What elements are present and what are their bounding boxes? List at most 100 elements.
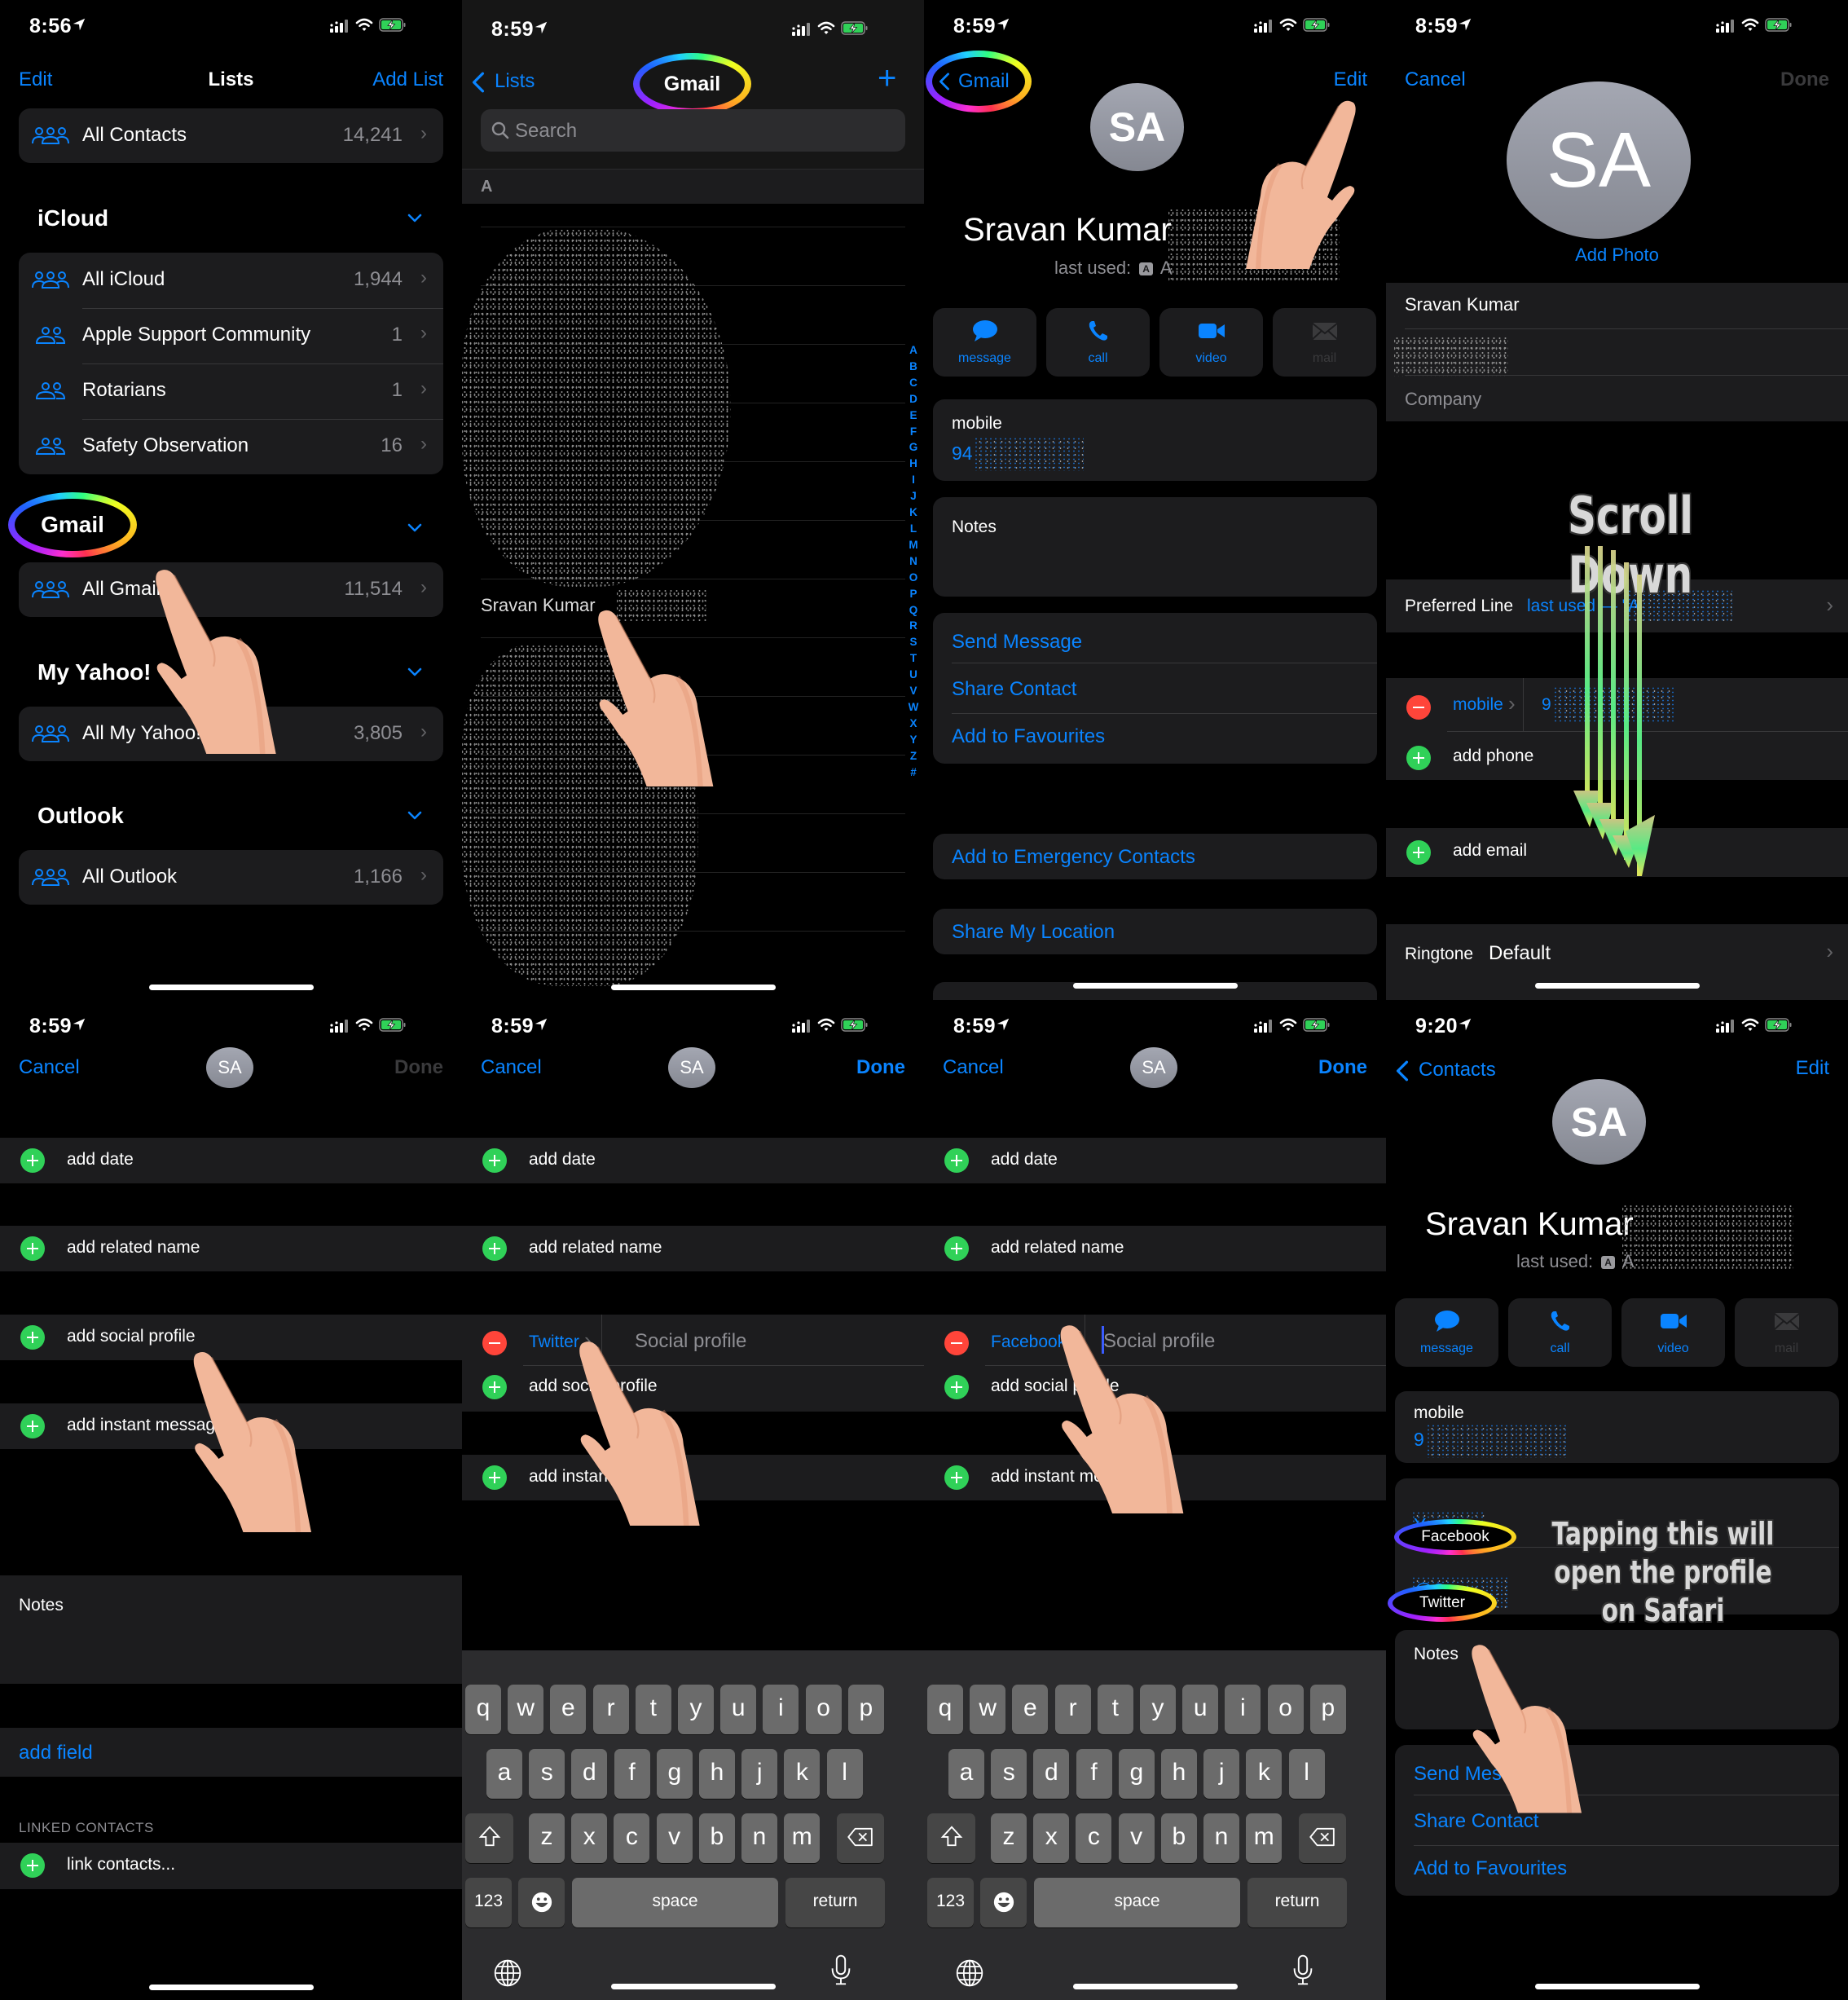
- key-k[interactable]: k: [784, 1749, 821, 1799]
- notes-field[interactable]: Notes: [0, 1575, 462, 1684]
- return-key[interactable]: return: [1247, 1878, 1347, 1927]
- key-g[interactable]: g: [1118, 1749, 1155, 1799]
- add-contact-button[interactable]: +: [878, 60, 896, 97]
- index-letter[interactable]: I: [908, 472, 919, 488]
- message-button[interactable]: message: [1395, 1298, 1498, 1367]
- key-m[interactable]: m: [1246, 1813, 1283, 1863]
- key-c[interactable]: c: [614, 1813, 650, 1863]
- phone-value[interactable]: 9: [1414, 1429, 1424, 1451]
- key-o[interactable]: o: [1267, 1685, 1304, 1734]
- key-y[interactable]: y: [678, 1685, 714, 1734]
- key-a[interactable]: a: [486, 1749, 522, 1799]
- notes-field[interactable]: Notes: [1395, 1630, 1839, 1729]
- key-o[interactable]: o: [805, 1685, 842, 1734]
- add-related-name-row[interactable]: add related name: [924, 1226, 1386, 1271]
- add-related-name-row[interactable]: add related name: [462, 1226, 924, 1271]
- key-n[interactable]: n: [741, 1813, 777, 1863]
- add-list-button[interactable]: Add List: [372, 68, 443, 91]
- key-c[interactable]: c: [1076, 1813, 1112, 1863]
- add-date-row[interactable]: add date: [924, 1138, 1386, 1183]
- index-letter[interactable]: P: [908, 586, 919, 602]
- chevron-down-icon[interactable]: [407, 214, 422, 223]
- ringtone-row[interactable]: Ringtone Default ›: [1386, 924, 1848, 1000]
- key-e[interactable]: e: [1012, 1685, 1049, 1734]
- add-date-row[interactable]: add date: [0, 1138, 462, 1183]
- done-button[interactable]: Done: [1318, 1056, 1367, 1079]
- index-letter[interactable]: J: [908, 488, 919, 504]
- key-l[interactable]: l: [1288, 1749, 1325, 1799]
- chevron-down-icon[interactable]: [407, 811, 422, 821]
- key-h[interactable]: h: [699, 1749, 735, 1799]
- index-letter[interactable]: E: [908, 407, 919, 424]
- return-key[interactable]: return: [785, 1878, 885, 1927]
- globe-icon[interactable]: [955, 1958, 984, 1988]
- key-a[interactable]: a: [948, 1749, 984, 1799]
- done-button[interactable]: Done: [856, 1056, 905, 1079]
- add-phone-label[interactable]: add phone: [1453, 747, 1533, 766]
- done-button[interactable]: Done: [1780, 68, 1829, 91]
- chevron-down-icon[interactable]: [407, 523, 422, 533]
- phone-value-field[interactable]: 9: [1542, 695, 1551, 715]
- cancel-button[interactable]: Cancel: [943, 1056, 1004, 1079]
- key-r[interactable]: r: [592, 1685, 629, 1734]
- index-letter[interactable]: Z: [908, 748, 919, 764]
- redacted-last-name[interactable]: [1394, 336, 1508, 377]
- key-p[interactable]: p: [847, 1685, 884, 1734]
- phone-type-button[interactable]: mobile: [1453, 695, 1503, 715]
- index-letter[interactable]: L: [908, 521, 919, 537]
- key-q[interactable]: q: [465, 1685, 501, 1734]
- key-x[interactable]: x: [1033, 1813, 1070, 1863]
- key-b[interactable]: b: [1160, 1813, 1197, 1863]
- key-k[interactable]: k: [1246, 1749, 1283, 1799]
- add-date-row[interactable]: add date: [462, 1138, 924, 1183]
- index-letter[interactable]: V: [908, 683, 919, 699]
- key-f[interactable]: f: [1076, 1749, 1112, 1799]
- company-field[interactable]: Company: [1405, 389, 1481, 410]
- index-letter[interactable]: R: [908, 618, 919, 634]
- key-p[interactable]: p: [1309, 1685, 1346, 1734]
- back-button[interactable]: Gmail: [932, 57, 1025, 106]
- key-d[interactable]: d: [1033, 1749, 1070, 1799]
- key-n[interactable]: n: [1203, 1813, 1239, 1863]
- index-letter[interactable]: D: [908, 391, 919, 407]
- key-d[interactable]: d: [571, 1749, 608, 1799]
- remove-phone-button[interactable]: [1406, 695, 1431, 720]
- key-y[interactable]: y: [1140, 1685, 1176, 1734]
- key-f[interactable]: f: [614, 1749, 650, 1799]
- list-row-all-icloud[interactable]: All iCloud 1,944 ›: [19, 253, 443, 308]
- list-row-all-contacts[interactable]: All Contacts 14,241 ›: [19, 108, 443, 163]
- index-letter[interactable]: N: [908, 553, 919, 570]
- first-name-field[interactable]: Sravan Kumar: [1405, 294, 1520, 315]
- cancel-button[interactable]: Cancel: [19, 1056, 80, 1079]
- alphabet-index[interactable]: A B C D E F G H I J K L M N O P Q R S T U V W X Y Z #: [908, 342, 919, 780]
- shift-key[interactable]: [927, 1813, 975, 1863]
- add-photo-button[interactable]: Add Photo: [1386, 244, 1848, 266]
- index-letter[interactable]: U: [908, 667, 919, 683]
- key-t[interactable]: t: [1097, 1685, 1133, 1734]
- space-key[interactable]: space: [572, 1878, 778, 1927]
- remove-social-button[interactable]: [944, 1331, 969, 1355]
- link-contacts-row[interactable]: link contacts...: [0, 1843, 462, 1889]
- call-button[interactable]: call: [1046, 308, 1150, 377]
- key-s[interactable]: s: [991, 1749, 1027, 1799]
- microphone-icon[interactable]: [830, 1954, 851, 1986]
- key-g[interactable]: g: [656, 1749, 693, 1799]
- index-letter[interactable]: K: [908, 504, 919, 521]
- key-x[interactable]: x: [571, 1813, 608, 1863]
- globe-icon[interactable]: [493, 1958, 522, 1988]
- delete-key[interactable]: [837, 1813, 884, 1863]
- key-t[interactable]: t: [635, 1685, 671, 1734]
- remove-social-button[interactable]: [482, 1331, 507, 1355]
- key-q[interactable]: q: [927, 1685, 963, 1734]
- phone-value[interactable]: 94: [952, 443, 973, 465]
- phone-field[interactable]: mobile 9: [1395, 1391, 1839, 1463]
- space-key[interactable]: space: [1034, 1878, 1240, 1927]
- search-input[interactable]: Search: [481, 109, 905, 152]
- key-u[interactable]: u: [720, 1685, 757, 1734]
- add-to-favourites-link[interactable]: Add to Favourites: [1414, 1857, 1839, 1880]
- index-letter[interactable]: H: [908, 456, 919, 472]
- key-z[interactable]: z: [991, 1813, 1027, 1863]
- list-row-all-outlook[interactable]: All Outlook 1,166 ›: [19, 850, 443, 905]
- key-b[interactable]: b: [698, 1813, 735, 1863]
- share-contact-link[interactable]: Share Contact: [952, 678, 1377, 701]
